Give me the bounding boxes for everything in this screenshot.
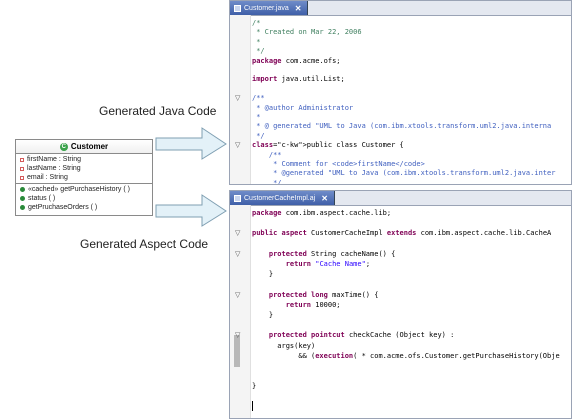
fold-toggle-icon[interactable]: ▽ bbox=[235, 230, 241, 237]
uml-class-name: Customer bbox=[70, 142, 109, 151]
code-line: /** bbox=[252, 94, 265, 103]
java-file-icon bbox=[234, 4, 241, 12]
code-line: } bbox=[252, 311, 274, 319]
code-line: */ bbox=[252, 47, 265, 56]
close-icon[interactable]: ✕ bbox=[321, 194, 328, 203]
code-line: * @ generated "UML to Java (com.ibm.xtoo… bbox=[252, 122, 552, 131]
attribute-icon bbox=[20, 157, 24, 162]
code-line: package com.acme.ofs; bbox=[252, 56, 341, 65]
tab-customer-java[interactable]: Customer.java ✕ bbox=[230, 1, 309, 15]
code-line: * bbox=[252, 113, 261, 121]
tab-customer-cache-impl[interactable]: CustomerCacheImpl.aj ✕ bbox=[230, 191, 335, 205]
code-line: * bbox=[252, 37, 261, 46]
text-cursor bbox=[252, 401, 253, 411]
code-line: package com.ibm.aspect.cache.lib; bbox=[252, 209, 392, 217]
uml-attribute[interactable]: lastName : String bbox=[16, 164, 152, 173]
fold-toggle-icon[interactable]: ▽ bbox=[235, 332, 241, 339]
java-editor[interactable]: Customer.java ✕ ▽ ▽ /* * Created on Mar 2… bbox=[229, 0, 572, 185]
fold-toggle-icon[interactable]: ▽ bbox=[235, 95, 241, 102]
code-line: /** bbox=[252, 150, 282, 159]
code-line: /* bbox=[252, 19, 261, 27]
aspect-code-area[interactable]: package com.ibm.aspect.cache.lib; public … bbox=[252, 205, 571, 418]
ruler-highlight bbox=[234, 335, 240, 367]
aspect-editor-tabbar: CustomerCacheImpl.aj ✕ bbox=[230, 191, 571, 206]
tab-label: Customer.java bbox=[244, 4, 289, 12]
code-line: * Comment for <code>firstName</code> bbox=[252, 160, 425, 168]
code-line: args(key) bbox=[252, 341, 316, 350]
uml-attributes: firstName : String lastName : String ema… bbox=[16, 154, 152, 183]
generated-aspect-code-label: Generated Aspect Code bbox=[80, 237, 209, 251]
operation-icon bbox=[20, 187, 25, 192]
uml-attribute[interactable]: firstName : String bbox=[16, 155, 152, 164]
fold-toggle-icon[interactable]: ▽ bbox=[235, 250, 241, 257]
code-line: public aspect CustomerCacheImpl extends … bbox=[252, 229, 552, 238]
operation-icon bbox=[20, 205, 25, 210]
code-line: * @author Administrator bbox=[252, 103, 354, 112]
code-line: return 10000; bbox=[285, 300, 341, 309]
uml-operations: «cached» getPurchaseHistory ( ) status (… bbox=[16, 184, 152, 212]
code-line: } bbox=[252, 270, 274, 279]
code-line: */ bbox=[252, 178, 282, 185]
java-code-area[interactable]: /* * Created on Mar 22, 2006 * */package… bbox=[252, 15, 571, 184]
java-editor-tabbar: Customer.java ✕ bbox=[230, 1, 571, 16]
code-line: protected String cacheName() { bbox=[268, 249, 396, 258]
uml-class-box[interactable]: C Customer firstName : String lastName :… bbox=[15, 139, 153, 216]
uml-operation[interactable]: status ( ) bbox=[16, 194, 152, 203]
tab-label: CustomerCacheImpl.aj bbox=[244, 194, 316, 202]
aspect-file-icon bbox=[234, 194, 241, 202]
arrow-to-java bbox=[155, 127, 227, 160]
close-icon[interactable]: ✕ bbox=[295, 4, 302, 13]
aspect-editor-ruler: ▽ ▽ ▽ ▽ bbox=[230, 205, 251, 418]
uml-attribute[interactable]: email : String bbox=[16, 173, 152, 182]
code-line: protected long maxTime() { bbox=[268, 290, 379, 299]
aspect-editor[interactable]: CustomerCacheImpl.aj ✕ ▽ ▽ ▽ ▽ package com.… bbox=[229, 190, 572, 419]
uml-operation[interactable]: «cached» getPurchaseHistory ( ) bbox=[16, 185, 152, 194]
operation-icon bbox=[20, 196, 25, 201]
code-line: import java.util.List; bbox=[252, 75, 345, 84]
attribute-icon bbox=[20, 175, 24, 180]
code-line: return "Cache Name"; bbox=[285, 260, 371, 268]
java-editor-ruler: ▽ ▽ bbox=[230, 15, 251, 184]
code-line: */ bbox=[252, 131, 265, 140]
code-line: class="c-kw">public class Customer { bbox=[252, 141, 404, 150]
code-line: protected pointcut checkCache (Object ke… bbox=[268, 331, 455, 340]
uml-operation[interactable]: getPruchaseOrders ( ) bbox=[16, 203, 152, 212]
code-line: * Created on Mar 22, 2006 bbox=[252, 28, 362, 37]
code-line: } bbox=[252, 382, 257, 391]
uml-class-header: C Customer bbox=[16, 140, 152, 154]
arrow-to-aspect bbox=[155, 194, 227, 227]
attribute-icon bbox=[20, 166, 24, 171]
generated-java-code-label: Generated Java Code bbox=[99, 104, 217, 118]
code-line: && (execution( * com.acme.ofs.Customer.g… bbox=[252, 351, 560, 360]
code-line: * @generated "UML to Java (com.ibm.xtool… bbox=[252, 169, 556, 178]
fold-toggle-icon[interactable]: ▽ bbox=[235, 291, 241, 298]
fold-toggle-icon[interactable]: ▽ bbox=[235, 142, 241, 149]
class-icon: C bbox=[59, 142, 68, 151]
